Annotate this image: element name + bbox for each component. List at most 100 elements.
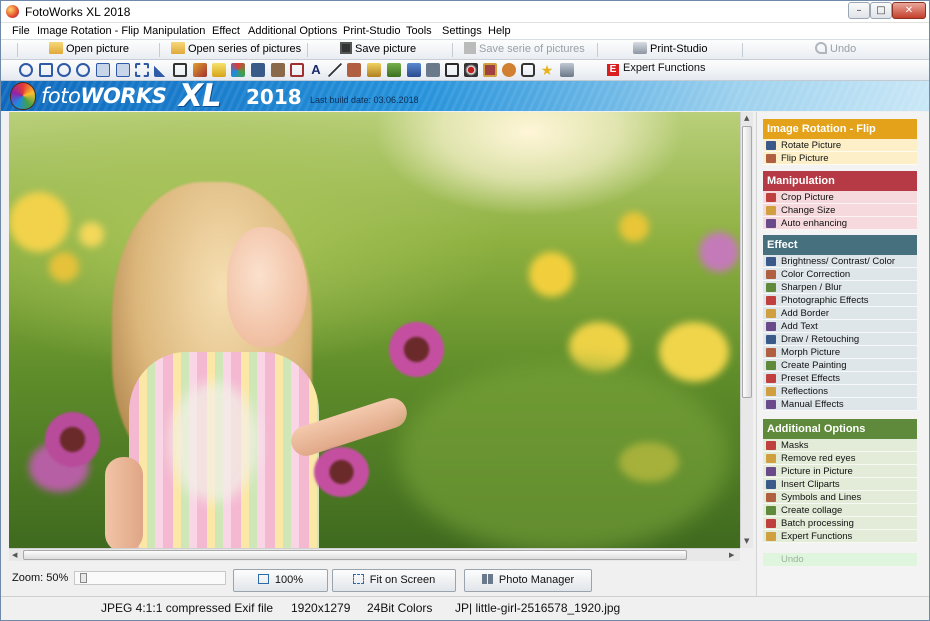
white-flowers — [169, 382, 259, 502]
panel-item-crop-picture[interactable]: Crop Picture — [763, 191, 917, 204]
paint-icon[interactable] — [367, 63, 381, 77]
menu-image-rotation[interactable]: Image Rotation - Flip — [37, 25, 139, 37]
picture-in-picture-icon[interactable] — [483, 63, 497, 77]
panel-item-color-correction[interactable]: Color Correction — [763, 268, 917, 281]
zoom-slider[interactable] — [74, 571, 226, 585]
minimize-button[interactable]: – — [848, 2, 870, 19]
batch-icon[interactable] — [560, 63, 574, 77]
panel-item-picture-in-picture[interactable]: Picture in Picture — [763, 465, 917, 478]
undo-toolbar-button[interactable]: Undo — [815, 42, 856, 58]
panel-item-add-border[interactable]: Add Border — [763, 307, 917, 320]
panel-item-expert-functions[interactable]: Expert Functions — [763, 530, 917, 543]
flower-blur — [79, 222, 104, 247]
panel-section-header[interactable]: Image Rotation - Flip — [763, 119, 917, 139]
menu-effect[interactable]: Effect — [212, 25, 240, 37]
panel-item-create-painting[interactable]: Create Painting — [763, 359, 917, 372]
panel-item-preset-effects[interactable]: Preset Effects — [763, 372, 917, 385]
panel-item-manual-effects[interactable]: Manual Effects — [763, 398, 917, 411]
manual-effects-icon[interactable] — [426, 63, 440, 77]
panel-item-masks[interactable]: Masks — [763, 439, 917, 452]
menu-help[interactable]: Help — [488, 25, 511, 37]
scroll-down-icon[interactable]: ▼ — [744, 537, 749, 545]
flip-vertical-icon[interactable] — [116, 63, 130, 77]
maximize-button[interactable]: □ — [870, 2, 892, 19]
print-studio-button[interactable]: Print-Studio — [633, 42, 707, 58]
text-icon[interactable]: A — [309, 63, 323, 77]
rotate-right-icon[interactable] — [57, 63, 71, 77]
panel-item-remove-red-eyes[interactable]: Remove red eyes — [763, 452, 917, 465]
panel-item-brightness-contrast-color[interactable]: Brightness/ Contrast/ Color — [763, 255, 917, 268]
menu-additional-options[interactable]: Additional Options — [248, 25, 337, 37]
panel-item-create-collage[interactable]: Create collage — [763, 504, 917, 517]
reflection-icon[interactable] — [407, 63, 421, 77]
menu-manipulation[interactable]: Manipulation — [143, 25, 205, 37]
border-icon[interactable] — [290, 63, 304, 77]
panel-item-symbols-and-lines[interactable]: Symbols and Lines — [763, 491, 917, 504]
select-icon[interactable] — [135, 63, 149, 77]
scroll-left-icon[interactable]: ◀ — [12, 551, 17, 559]
rotate-left-icon[interactable] — [19, 63, 33, 77]
mask-icon[interactable] — [445, 63, 459, 77]
panel-item-change-size[interactable]: Change Size — [763, 204, 917, 217]
magic-wand-icon[interactable] — [193, 63, 207, 77]
fit-on-screen-button[interactable]: Fit on Screen — [332, 569, 456, 592]
horizontal-scrollbar[interactable]: ◀ ▶ — [9, 548, 740, 561]
close-button[interactable]: ✕ — [892, 2, 926, 19]
sharpen-icon[interactable] — [251, 63, 265, 77]
draw-icon[interactable] — [328, 63, 342, 77]
panel-item-batch-processing[interactable]: Batch processing — [763, 517, 917, 530]
panel-item-add-text[interactable]: Add Text — [763, 320, 917, 333]
zoom-100-button[interactable]: 100% — [233, 569, 328, 592]
panel-item-sharpen-blur[interactable]: Sharpen / Blur — [763, 281, 917, 294]
menu-settings[interactable]: Settings — [442, 25, 482, 37]
open-picture-button[interactable]: Open picture — [49, 42, 129, 58]
panel-undo-button[interactable]: Undo — [763, 553, 917, 566]
morph-icon[interactable] — [347, 63, 361, 77]
menu-print-studio[interactable]: Print-Studio — [343, 25, 400, 37]
brightness-icon[interactable] — [212, 63, 226, 77]
hot-air-balloon-icon — [10, 82, 36, 110]
crop-icon[interactable] — [173, 63, 187, 77]
red-eye-icon[interactable] — [464, 63, 478, 77]
open-series-button[interactable]: Open series of pictures — [171, 42, 301, 58]
clipart-icon[interactable] — [502, 63, 516, 77]
panel-item-auto-enhancing[interactable]: Auto enhancing — [763, 217, 917, 230]
vertical-scroll-thumb[interactable] — [742, 126, 752, 398]
panel-section-header[interactable]: Additional Options — [763, 419, 917, 439]
panel-item-reflections[interactable]: Reflections — [763, 385, 917, 398]
save-picture-button[interactable]: Save picture — [340, 42, 416, 58]
panel-item-photographic-effects[interactable]: Photographic Effects — [763, 294, 917, 307]
photo-effect-icon[interactable] — [271, 63, 285, 77]
expert-functions-label: Expert Functions — [623, 62, 706, 74]
panel-item-flip-picture[interactable]: Flip Picture — [763, 152, 917, 165]
rotate-frame-icon[interactable] — [39, 63, 53, 77]
scissors-icon[interactable] — [154, 63, 168, 77]
symbols-icon[interactable] — [521, 63, 535, 77]
horizontal-scroll-thumb[interactable] — [23, 550, 687, 560]
panel-item-draw-retouching[interactable]: Draw / Retouching — [763, 333, 917, 346]
panel-section-header[interactable]: Effect — [763, 235, 917, 255]
color-icon[interactable] — [231, 63, 245, 77]
zoom-slider-thumb[interactable] — [80, 573, 87, 583]
menu-tools[interactable]: Tools — [406, 25, 432, 37]
panel-item-rotate-picture[interactable]: Rotate Picture — [763, 139, 917, 152]
photo-manager-button[interactable]: Photo Manager — [464, 569, 592, 592]
save-serie-button[interactable]: Save serie of pictures — [464, 42, 585, 58]
panel-item-icon — [766, 270, 776, 279]
scroll-right-icon[interactable]: ▶ — [729, 551, 734, 559]
panel-item-morph-picture[interactable]: Morph Picture — [763, 346, 917, 359]
vertical-scrollbar[interactable]: ▲ ▼ — [740, 112, 753, 548]
image-canvas[interactable] — [9, 112, 740, 548]
photo-manager-icon — [481, 574, 493, 584]
menu-file[interactable]: File — [12, 25, 30, 37]
rotate-custom-icon[interactable] — [76, 63, 90, 77]
panel-section-header[interactable]: Manipulation — [763, 171, 917, 191]
logo-year: 2018 — [246, 85, 302, 109]
star-icon[interactable]: ★ — [540, 63, 554, 77]
flip-horizontal-icon[interactable] — [96, 63, 110, 77]
scroll-up-icon[interactable]: ▲ — [744, 114, 749, 122]
panel-item-icon — [766, 506, 776, 515]
preset-icon[interactable] — [387, 63, 401, 77]
panel-item-insert-cliparts[interactable]: Insert Cliparts — [763, 478, 917, 491]
expert-functions-button[interactable]: E Expert Functions — [607, 62, 706, 79]
